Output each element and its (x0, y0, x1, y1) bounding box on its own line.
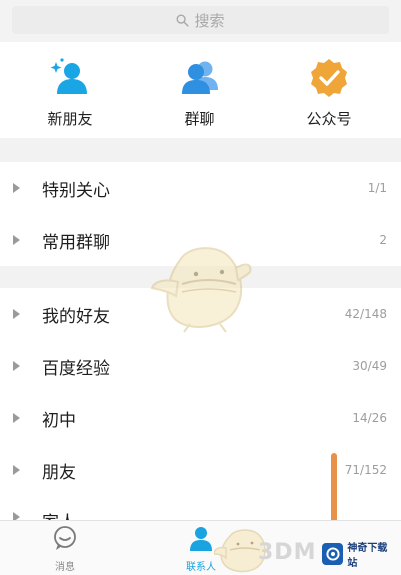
search-placeholder: 搜索 (194, 11, 225, 30)
site-logo-icon (322, 543, 344, 565)
group-name: 常用群聊 (42, 232, 110, 253)
expand-arrow-icon (13, 361, 20, 371)
group-name: 朋友 (42, 462, 76, 483)
section-divider (0, 266, 401, 288)
brand-watermark: 3DM (258, 540, 317, 565)
search-input[interactable]: 搜索 (12, 6, 389, 34)
group-frequent-chats[interactable]: 常用群聊 2 (0, 214, 401, 266)
group-count: 30/49 (352, 359, 387, 373)
group-chat-icon (181, 61, 218, 94)
new-friends-label: 新朋友 (47, 110, 93, 128)
group-name: 百度经验 (42, 358, 110, 379)
group-baidu-jingyan[interactable]: 百度经验 30/49 (0, 340, 401, 392)
group-junior-high[interactable]: 初中 14/26 (0, 392, 401, 444)
group-name: 我的好友 (42, 306, 110, 327)
group-my-friends[interactable]: 我的好友 42/148 (0, 288, 401, 340)
chat-bubble-icon (54, 526, 76, 550)
group-count: 42/148 (344, 307, 387, 321)
official-accounts-label: 公众号 (306, 110, 352, 128)
group-name: 初中 (42, 410, 76, 431)
tab-messages[interactable]: 消息 (35, 525, 95, 573)
search-icon (176, 14, 190, 27)
official-accounts-button[interactable]: 公众号 (279, 42, 379, 138)
group-count: 1/1 (367, 181, 387, 195)
group-friends[interactable]: 朋友 71/152 (0, 444, 401, 496)
site-logo-watermark: 神奇下载站 (322, 539, 396, 569)
group-count: 71/152 (344, 463, 387, 477)
expand-arrow-icon (13, 512, 20, 520)
contact-shortcuts: 新朋友 群聊 公众号 (0, 42, 401, 138)
new-friends-button[interactable]: 新朋友 (20, 42, 120, 138)
group-family[interactable]: 家人 (0, 496, 401, 520)
group-count: 2 (379, 233, 387, 247)
search-bar: 搜索 (0, 0, 401, 42)
site-name: 神奇下载站 (347, 543, 388, 569)
group-name: 特别关心 (42, 180, 110, 201)
expand-arrow-icon (13, 465, 20, 475)
group-count: 14/26 (352, 411, 387, 425)
group-chat-button[interactable]: 群聊 (150, 42, 250, 138)
group-chat-label: 群聊 (184, 110, 215, 128)
expand-arrow-icon (13, 309, 20, 319)
group-special-care[interactable]: 特别关心 1/1 (0, 162, 401, 214)
add-friend-icon (50, 58, 87, 94)
contacts-person-icon (190, 527, 212, 551)
scrollbar[interactable] (331, 453, 337, 523)
expand-arrow-icon (13, 413, 20, 423)
tab-messages-label: 消息 (55, 562, 75, 573)
expand-arrow-icon (13, 183, 20, 193)
expand-arrow-icon (13, 235, 20, 245)
section-divider (0, 138, 401, 162)
official-account-icon (311, 59, 347, 97)
